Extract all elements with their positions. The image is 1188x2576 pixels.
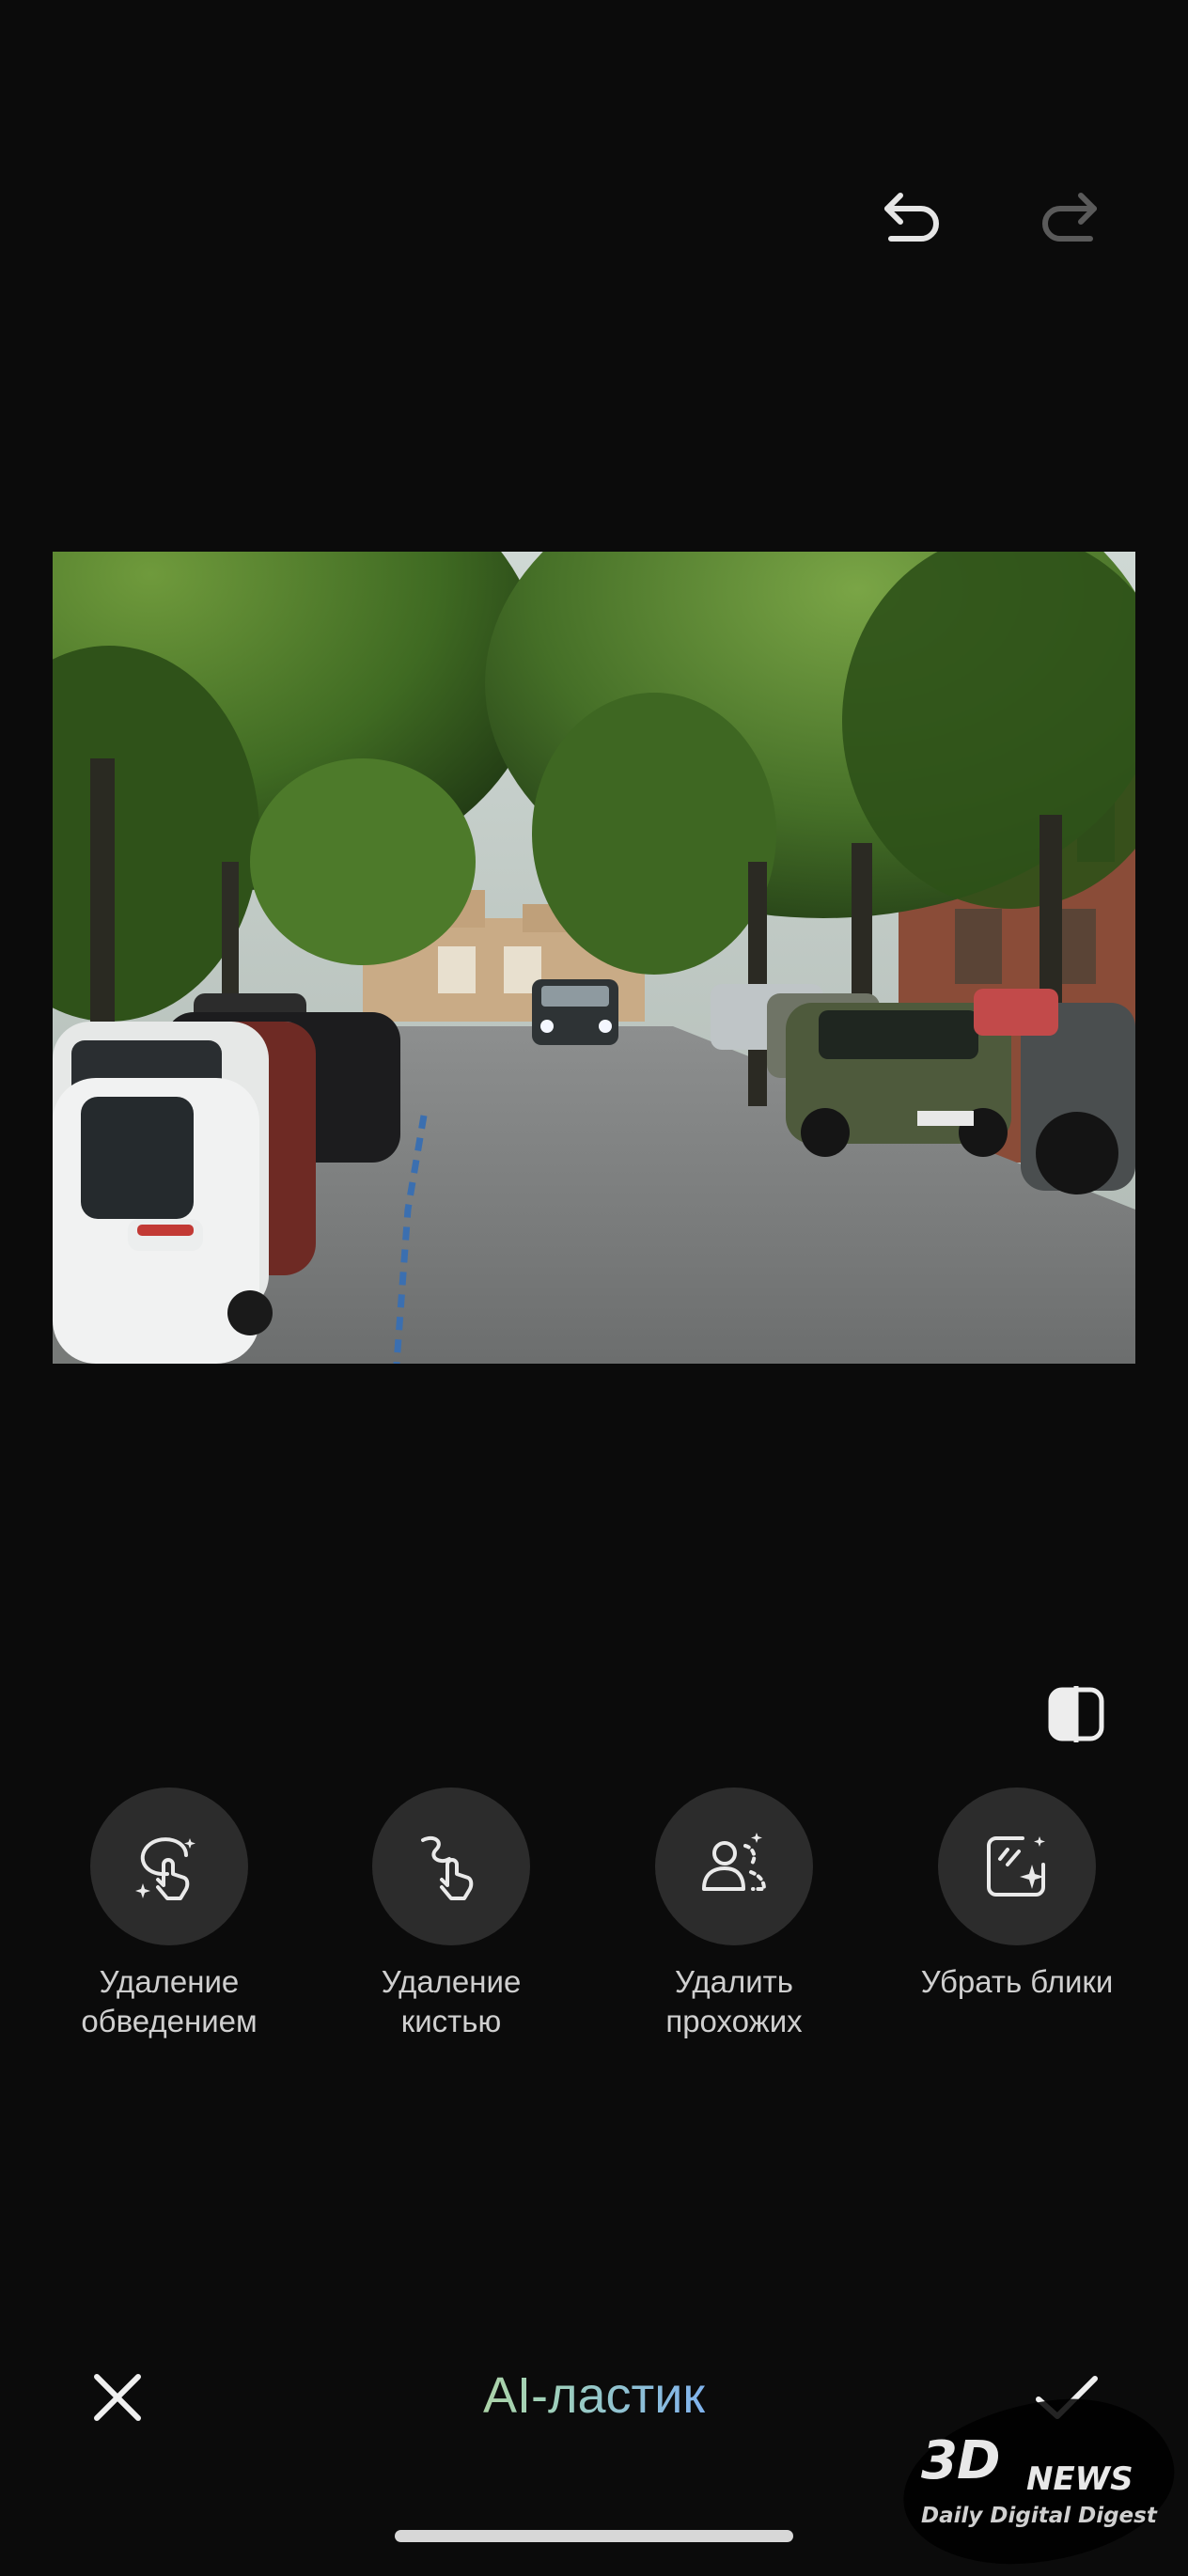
tool-remove-glare-label: Убрать блики <box>920 1964 1114 1999</box>
undo-button[interactable] <box>870 174 955 258</box>
tool-remove-passersby-label: Удалить прохожих <box>665 1964 803 2038</box>
tool-remove-by-outline-label: Удаление обведением <box>81 1964 258 2038</box>
home-indicator[interactable] <box>395 2530 793 2542</box>
watermark: 3D NEWS Daily Digital Digest <box>894 2388 1183 2576</box>
undo-arrow-icon <box>884 193 939 242</box>
tool-remove-by-outline[interactable]: Удаление обведением <box>47 1788 291 2041</box>
redo-button[interactable] <box>1026 174 1111 258</box>
remove-people-icon <box>702 1833 767 1891</box>
watermark-brand: NEWS <box>1026 2460 1133 2498</box>
tool-remove-passersby[interactable]: Удалить прохожих <box>612 1788 856 2041</box>
cancel-button[interactable] <box>77 2357 158 2438</box>
tool-remove-passersby-circle <box>655 1788 813 1945</box>
street-photo-image <box>53 552 1135 1364</box>
tool-remove-by-brush[interactable]: Удаление кистью <box>329 1788 573 2041</box>
compare-button[interactable] <box>1034 1680 1118 1748</box>
watermark-logo: 3D <box>921 2430 1000 2491</box>
remove-glare-icon <box>987 1836 1045 1897</box>
tool-remove-by-brush-label: Удаление кистью <box>381 1964 522 2038</box>
tool-remove-by-brush-circle <box>372 1788 530 1945</box>
edited-photo[interactable] <box>53 552 1135 1364</box>
watermark-tagline: Daily Digital Digest <box>921 2504 1157 2528</box>
tool-remove-glare-circle <box>938 1788 1096 1945</box>
brush-tap-icon <box>421 1835 474 1900</box>
tool-remove-by-outline-circle <box>90 1788 248 1945</box>
redo-arrow-icon <box>1042 193 1097 242</box>
lasso-tap-icon <box>135 1837 195 1900</box>
close-icon <box>94 2374 141 2421</box>
tool-remove-glare[interactable]: Убрать блики <box>895 1788 1139 2002</box>
compare-split-icon <box>1048 1686 1104 1742</box>
mode-title: AI-ластик <box>359 2359 829 2432</box>
